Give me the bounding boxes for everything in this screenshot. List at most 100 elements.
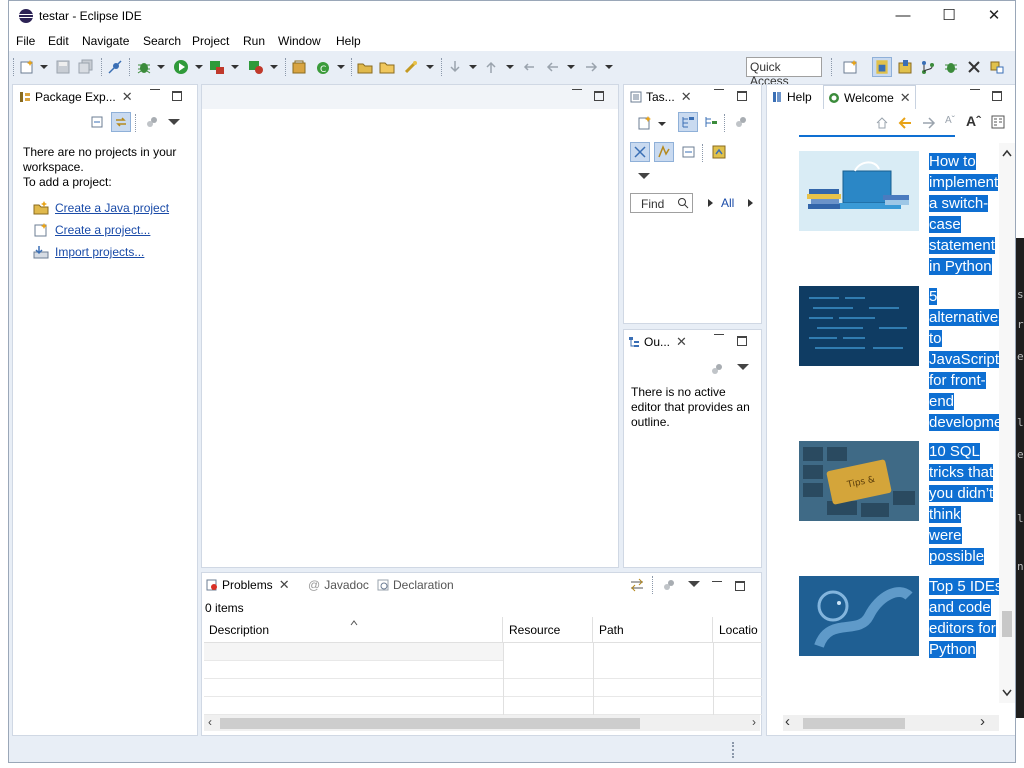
collapse-all-icon[interactable] [682,145,696,159]
focus-on-active-task-icon[interactable] [630,578,644,592]
last-edit-icon[interactable] [521,59,537,75]
view-menu-icon[interactable] [168,119,180,125]
search-tool-icon[interactable] [403,59,419,75]
column-description[interactable]: Description [204,617,503,643]
scrollbar-thumb[interactable] [803,718,905,729]
scroll-right-icon[interactable]: › [980,713,985,730]
view-menu-icon[interactable] [737,364,749,370]
minimize-view-icon[interactable] [150,89,160,91]
maximize-editor-icon[interactable] [594,91,604,101]
menu-help[interactable]: Help [336,34,361,48]
categorized-button[interactable] [678,112,698,132]
new-icon[interactable] [19,59,35,75]
new-java-package-icon[interactable] [291,59,307,75]
git-perspective-icon[interactable] [920,59,936,75]
tab-javadoc[interactable]: @ Javadoc [308,573,369,597]
activate-task-arrow-icon[interactable] [748,199,753,207]
save-icon[interactable] [55,59,71,75]
minimize-button[interactable]: — [880,1,926,32]
new-java-class-icon[interactable]: C [315,59,331,75]
open-folder-icon[interactable] [379,59,395,75]
column-resource[interactable]: Resource [503,617,593,643]
forward-icon[interactable] [583,59,599,75]
other-perspective-icon[interactable] [989,59,1005,75]
back-icon[interactable] [545,59,561,75]
scroll-left-icon[interactable]: ‹ [208,715,212,729]
maximize-button[interactable]: ☐ [926,1,972,32]
minimize-view-icon[interactable] [970,89,980,91]
skip-breakpoints-icon[interactable] [107,59,123,75]
maximize-view-icon[interactable] [737,336,747,346]
close-tab-icon[interactable]: ✕ [122,85,133,109]
link-with-editor-button[interactable] [111,112,131,132]
menu-edit[interactable]: Edit [48,34,69,48]
column-path[interactable]: Path [593,617,713,643]
new-task-dropdown-icon[interactable] [658,122,666,126]
column-location[interactable]: Locatio [713,617,762,643]
filters-icon[interactable] [734,115,748,129]
focus-button[interactable] [630,142,650,162]
xml-perspective-icon[interactable] [966,59,982,75]
maximize-view-icon[interactable] [737,91,747,101]
menu-run[interactable]: Run [243,34,265,48]
tab-welcome[interactable]: Welcome ✕ [823,85,916,109]
view-menu-icon[interactable] [638,173,650,179]
welcome-horizontal-scrollbar[interactable]: ‹ › [783,713,999,731]
package-explorer-tab[interactable]: Package Exp... ✕ [19,85,133,109]
previous-annotation-icon[interactable] [483,59,499,75]
scroll-down-icon[interactable] [1002,689,1012,697]
filters-icon[interactable] [662,578,676,592]
tab-declaration[interactable]: Declaration [377,573,454,597]
view-menu-icon[interactable] [688,581,700,587]
close-tab-icon[interactable]: ✕ [900,86,911,110]
coverage-icon[interactable] [209,59,225,75]
minimize-view-icon[interactable] [712,581,722,583]
maximize-view-icon[interactable] [172,91,182,101]
minimize-view-icon[interactable] [714,89,724,91]
menu-project[interactable]: Project [192,34,229,48]
close-tab-icon[interactable]: ✕ [676,330,687,354]
menu-file[interactable]: File [16,34,35,48]
quick-access-input[interactable]: Quick Access [746,57,822,88]
article-4-image[interactable] [799,576,919,656]
article-3-image[interactable]: Tips & [799,441,919,521]
menu-search[interactable]: Search [143,34,181,48]
close-tab-icon[interactable]: ✕ [279,573,290,597]
java-perspective-icon[interactable] [872,57,892,77]
customize-page-icon[interactable] [991,115,1005,129]
find-field[interactable]: Find [630,193,693,213]
tab-problems[interactable]: Problems ✕ [206,573,290,597]
menu-navigate[interactable]: Navigate [82,34,129,48]
close-button[interactable]: ✕ [971,1,1015,32]
minimize-view-icon[interactable] [714,334,724,336]
reduce-font-icon[interactable]: Aˇ [945,115,955,126]
maximize-view-icon[interactable] [992,91,1002,101]
welcome-vertical-scrollbar[interactable] [999,143,1015,703]
maximize-view-icon[interactable] [735,581,745,591]
status-bar-grip[interactable] [732,742,734,758]
increase-font-icon[interactable]: Aˆ [966,113,981,129]
scrollbar-thumb[interactable] [1002,611,1012,637]
external-tools-icon[interactable] [248,59,264,75]
filters-icon[interactable] [145,115,159,129]
synchronize-icon[interactable] [712,145,726,159]
article-2-image[interactable] [799,286,919,366]
all-tasks-link[interactable]: All [721,196,734,210]
menu-window[interactable]: Window [278,34,321,48]
open-perspective-icon[interactable] [842,59,858,75]
create-project-link[interactable]: Create a project... [55,223,150,237]
debug-icon[interactable] [136,59,152,75]
save-all-icon[interactable] [78,59,94,75]
outline-tab[interactable]: Ou... ✕ [628,330,687,354]
java-ee-perspective-icon[interactable] [897,59,913,75]
home-icon[interactable] [875,116,889,130]
create-java-project-link[interactable]: Create a Java project [55,201,169,215]
scroll-up-icon[interactable] [1002,149,1012,157]
minimize-editor-icon[interactable] [572,89,582,91]
scrollbar-thumb[interactable] [220,718,640,729]
import-projects-link[interactable]: Import projects... [55,245,144,259]
open-type-icon[interactable] [357,59,373,75]
filters-icon[interactable] [710,362,724,376]
hide-completed-button[interactable] [654,142,674,162]
article-1-image[interactable] [799,151,919,231]
